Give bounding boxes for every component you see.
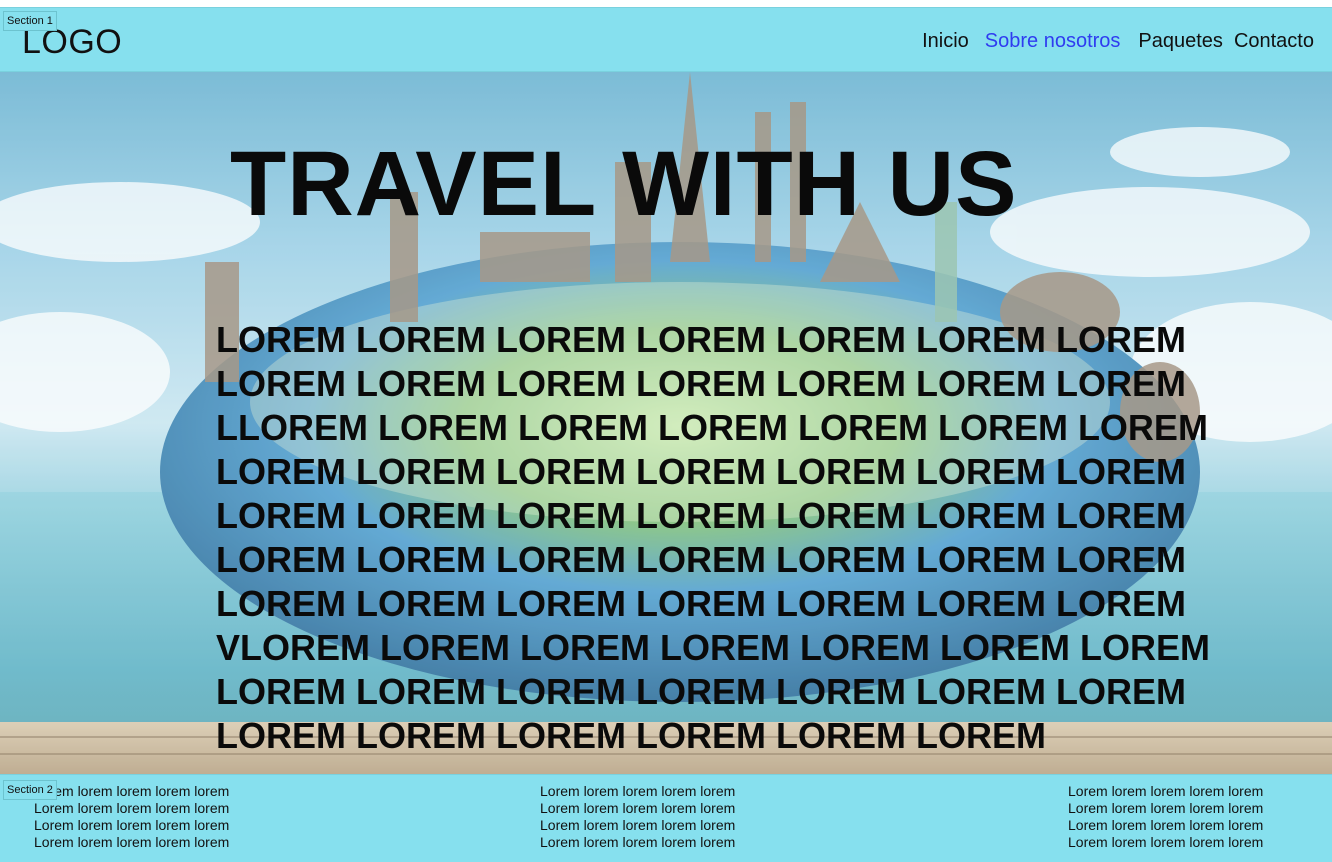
footer-text-line: Lorem lorem lorem lorem lorem	[1068, 817, 1264, 833]
footer-section: Lorem lorem lorem lorem lorem Lorem lore…	[0, 774, 1332, 862]
footer-text-line: Lorem lorem lorem lorem lorem	[34, 800, 230, 816]
hero-body-line: LOREM LOREM LOREM LOREM LOREM LOREM	[216, 715, 1046, 756]
hero-body-line: LOREM LOREM LOREM LOREM LOREM LOREM LORE…	[216, 539, 1186, 580]
footer-text-line: Lorem lorem lorem lorem lorem	[1068, 783, 1264, 799]
hero-body-line: LOREM LOREM LOREM LOREM LOREM LOREM LORE…	[216, 495, 1186, 536]
header-section: LOGO Section 1 Inicio Sobre nosotros Paq…	[0, 7, 1332, 72]
footer-text-line: Lorem lorem lorem lorem lorem	[540, 800, 736, 816]
hero-body-line: LOREM LOREM LOREM LOREM LOREM LOREM LORE…	[216, 319, 1186, 360]
footer-column-2: Lorem lorem lorem lorem lorem Lorem lore…	[540, 783, 735, 851]
hero-title: TRAVEL WITH US	[230, 133, 1018, 235]
footer-text-line: Lorem lorem lorem lorem lorem	[34, 834, 230, 850]
hero-body-text: LOREM LOREM LOREM LOREM LOREM LOREM LORE…	[216, 318, 1210, 758]
nav-link-sobre-nosotros[interactable]: Sobre nosotros	[985, 30, 1121, 53]
footer-text-line: Lorem lorem lorem lorem lorem	[1068, 800, 1264, 816]
footer-column-3: Lorem lorem lorem lorem lorem Lorem lore…	[1068, 783, 1263, 851]
footer-text-line: Lorem lorem lorem lorem lorem	[540, 783, 736, 799]
hero-body-line: VLOREM LOREM LOREM LOREM LOREM LOREM LOR…	[216, 627, 1210, 668]
section-label: Section 1	[3, 11, 57, 31]
hero-body-line: LOREM LOREM LOREM LOREM LOREM LOREM LORE…	[216, 363, 1186, 404]
footer-text-line: Lorem lorem lorem lorem lorem	[34, 817, 230, 833]
hero-body-line: LOREM LOREM LOREM LOREM LOREM LOREM LORE…	[216, 583, 1186, 624]
section-label: Section 2	[3, 780, 57, 800]
footer-text-line: Lorem lorem lorem lorem lorem	[34, 783, 230, 799]
footer-text-line: Lorem lorem lorem lorem lorem	[1068, 834, 1264, 850]
footer-text-line: Lorem lorem lorem lorem lorem	[540, 817, 736, 833]
nav-link-paquetes[interactable]: Paquetes	[1138, 30, 1223, 53]
hero-body-line: LLOREM LOREM LOREM LOREM LOREM LOREM LOR…	[216, 407, 1208, 448]
hero-body-line: LOREM LOREM LOREM LOREM LOREM LOREM LORE…	[216, 451, 1186, 492]
footer-text-line: Lorem lorem lorem lorem lorem	[540, 834, 736, 850]
nav-link-contacto[interactable]: Contacto	[1234, 30, 1314, 53]
main-nav: Inicio Sobre nosotros Paquetes Contacto	[922, 30, 1314, 53]
nav-link-inicio[interactable]: Inicio	[922, 30, 969, 53]
footer-column-1: Lorem lorem lorem lorem lorem Lorem lore…	[34, 783, 229, 851]
hero-section: TRAVEL WITH US LOREM LOREM LOREM LOREM L…	[0, 72, 1332, 774]
hero-body-line: LOREM LOREM LOREM LOREM LOREM LOREM LORE…	[216, 671, 1186, 712]
